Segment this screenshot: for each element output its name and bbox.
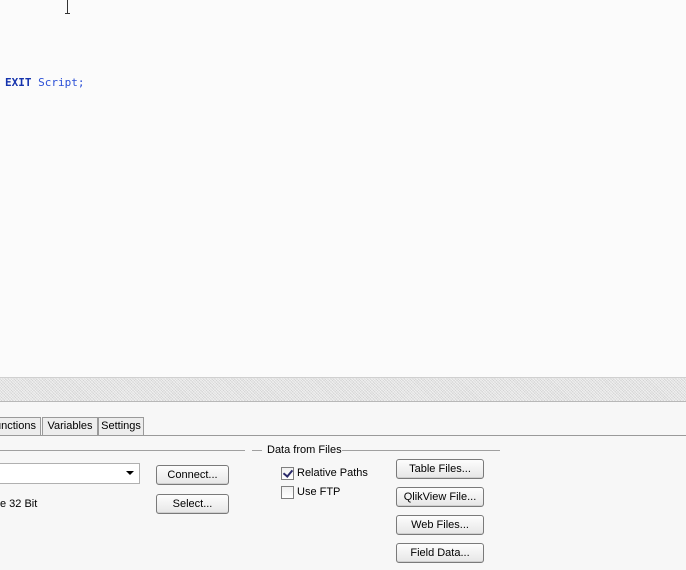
script-statement: Script;	[31, 76, 85, 89]
script-keyword: EXIT	[5, 76, 32, 89]
dropdown-arrow-icon	[126, 471, 134, 475]
use-ftp-checkbox[interactable]	[281, 486, 294, 499]
relative-paths-checkbox[interactable]	[281, 467, 294, 480]
checkmark-icon	[282, 467, 294, 478]
script-line[interactable]: EXIT Script;	[5, 76, 84, 89]
tab-functions[interactable]: unctions	[0, 417, 41, 435]
connect-button[interactable]: Connect...	[156, 465, 229, 485]
use-ftp-label[interactable]: Use FTP	[297, 486, 340, 498]
select-button[interactable]: Select...	[156, 494, 229, 514]
qlikview-file-button[interactable]: QlikView File...	[396, 487, 484, 507]
database-provider-label: e 32 Bit	[0, 498, 38, 510]
table-files-button[interactable]: Table Files...	[396, 459, 484, 479]
data-from-files-title: Data from Files	[267, 444, 342, 456]
files-group-border	[252, 450, 262, 451]
text-cursor-icon	[65, 0, 70, 14]
relative-paths-label[interactable]: Relative Paths	[297, 467, 368, 479]
field-data-button[interactable]: Field Data...	[396, 543, 484, 563]
panel-splitter[interactable]	[0, 377, 686, 402]
database-select[interactable]	[0, 463, 140, 484]
tools-panel: unctions Variables Settings Data from Fi…	[0, 402, 686, 570]
database-group-border	[0, 450, 245, 451]
web-files-button[interactable]: Web Files...	[396, 515, 484, 535]
tab-variables[interactable]: Variables	[42, 417, 98, 435]
tab-settings[interactable]: Settings	[98, 417, 144, 435]
script-editor[interactable]: EXIT Script;	[0, 0, 686, 377]
files-group-border	[342, 450, 500, 451]
tab-divider	[0, 435, 686, 436]
